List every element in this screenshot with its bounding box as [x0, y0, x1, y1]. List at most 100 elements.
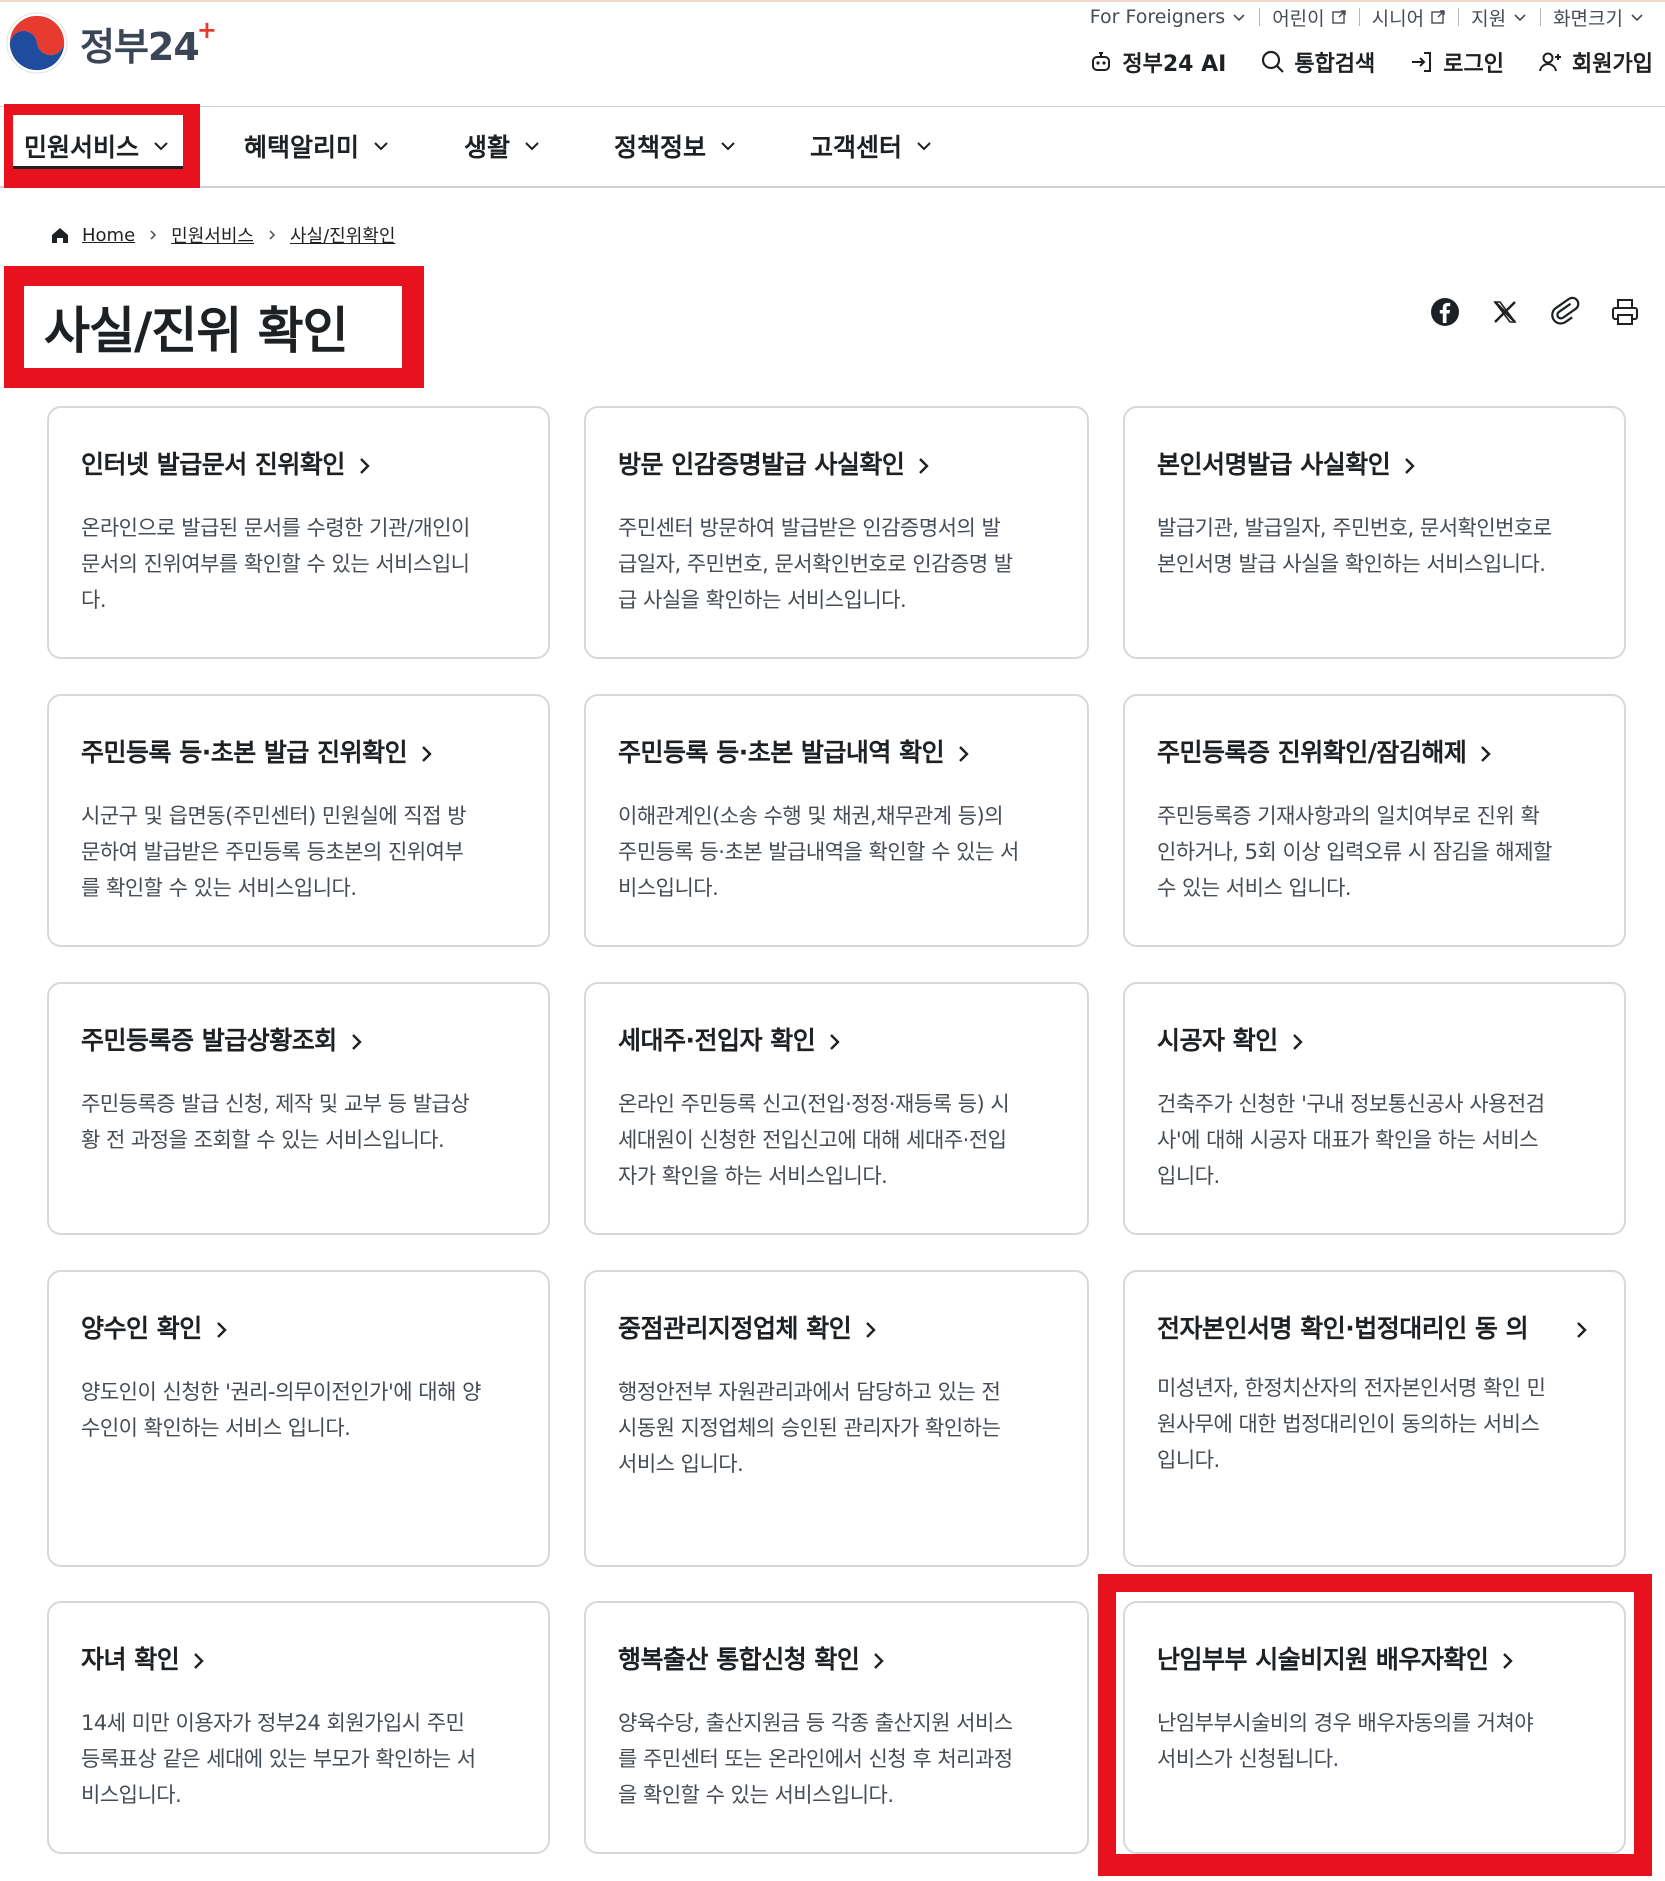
breadcrumb-civil-service[interactable]: 민원서비스 — [171, 222, 254, 248]
robot-icon — [1092, 52, 1111, 71]
gnb-civil-service[interactable]: 민원서비스 — [24, 106, 171, 186]
chevron-right-icon — [1577, 1322, 1587, 1338]
header-actions: 정부24 AI 통합검색 로그인 회원가입 — [1088, 46, 1653, 78]
chevron-right-icon — [360, 458, 370, 474]
chevron-right-icon — [959, 746, 969, 762]
chevron-down-icon — [1514, 14, 1526, 22]
link-icon[interactable] — [1549, 296, 1581, 328]
card-contractor-confirm[interactable]: 시공자 확인 건축주가 신청한 '구내 정보통신공사 사용전검 사'에 대해 시공… — [1123, 982, 1626, 1235]
chevron-right-icon — [866, 1322, 876, 1338]
card-description: 시군구 및 읍면동(주민센터) 민원실에 직접 방 문하여 발급받은 주민등록 등… — [81, 804, 467, 900]
external-link-icon — [1331, 10, 1346, 24]
chevron-down-icon — [1233, 14, 1245, 22]
title-wrapper: 사실/진위 확인 — [24, 286, 402, 368]
card-description: 행정안전부 자원관리과에서 담당하고 있는 전 시동원 지정업체의 승인된 관리자… — [618, 1380, 1001, 1476]
card-title: 시공자 확인 — [1157, 1026, 1278, 1055]
chevron-right-icon — [1481, 746, 1492, 762]
card-title: 주민등록 등·초본 발급내역 확인 — [618, 738, 945, 767]
logo-text: 정부24+ — [80, 15, 217, 69]
utility-menu: For Foreigners 어린이 시니어 지원 화면크기 — [1078, 4, 1657, 30]
gnb-customer-center[interactable]: 고객센터 — [810, 106, 934, 186]
chevron-right-icon — [351, 1034, 362, 1050]
breadcrumb: Home 민원서비스 사실/진위확인 — [50, 222, 395, 248]
card-description: 주민센터 방문하여 발급받은 인감증명서의 발 급일자, 주민번호, 문서확인번호… — [618, 516, 1013, 612]
card-resident-copy-history[interactable]: 주민등록 등·초본 발급내역 확인 이해관계인(소송 수행 및 채권,채무관계 … — [584, 694, 1089, 947]
page-title: 사실/진위 확인 — [44, 302, 349, 360]
top-accent-line — [0, 0, 1665, 2]
chevron-right-icon — [1292, 1034, 1303, 1050]
card-child-confirm[interactable]: 자녀 확인 14세 미만 이용자가 정부24 회원가입시 주민 등록표상 같은 세… — [47, 1601, 550, 1854]
breadcrumb-home[interactable]: Home — [82, 225, 135, 246]
util-for-foreigners[interactable]: For Foreigners — [1078, 4, 1259, 30]
card-title: 방문 인감증명발급 사실확인 — [618, 450, 905, 479]
gnb-benefit-alarm[interactable]: 혜택알리미 — [244, 106, 391, 186]
card-description: 14세 미만 이용자가 정부24 회원가입시 주민 등록표상 같은 세대에 있는 … — [81, 1711, 476, 1807]
card-title: 주민등록증 발급상황조회 — [81, 1026, 337, 1055]
card-title: 주민등록증 진위확인/잠김해제 — [1157, 738, 1467, 767]
chevron-down-icon — [721, 142, 735, 151]
card-title: 행복출산 통합신청 확인 — [618, 1645, 860, 1674]
chevron-down-icon — [154, 142, 168, 151]
card-description: 양도인이 신청한 '권리-의무이전인가'에 대해 양 수인이 확인하는 서비스 입… — [81, 1380, 481, 1440]
card-description: 주민등록증 발급 신청, 제작 및 교부 등 발급상 황 전 과정을 조회할 수 … — [81, 1092, 470, 1152]
gov24-ai-button[interactable]: 정부24 AI — [1088, 46, 1226, 78]
chevron-down-icon — [1631, 14, 1643, 22]
external-link-icon — [1431, 10, 1445, 24]
card-infertility-spouse-confirm[interactable]: 난임부부 시술비지원 배우자확인 난임부부시술비의 경우 배우자동의를 거쳐야 서… — [1123, 1601, 1626, 1854]
chevron-right-icon — [830, 1034, 840, 1050]
card-internet-document-verify[interactable]: 인터넷 발급문서 진위확인 온라인으로 발급된 문서를 수령한 기관/개인이 문서… — [47, 406, 550, 659]
card-designated-company-confirm[interactable]: 중점관리지정업체 확인 행정안전부 자원관리과에서 담당하고 있는 전 시동원 지… — [584, 1270, 1089, 1567]
card-title: 주민등록 등·초본 발급 진위확인 — [81, 738, 408, 767]
card-title: 본인서명발급 사실확인 — [1157, 450, 1391, 479]
login-button[interactable]: 로그인 — [1409, 46, 1504, 78]
card-title: 전자본인서명 확인·법정대리인 동 의 — [1157, 1314, 1529, 1343]
user-plus-icon — [1539, 52, 1562, 72]
home-icon — [52, 228, 68, 243]
chevron-right-icon — [874, 1653, 885, 1669]
card-description: 이해관계인(소송 수행 및 채권,채무관계 등)의 주민등록 등·초본 발급내역을… — [618, 804, 1019, 900]
card-title: 양수인 확인 — [81, 1314, 202, 1343]
chevron-down-icon — [374, 142, 388, 151]
card-description: 건축주가 신청한 '구내 정보통신공사 사용전검 사'에 대해 시공자 대표가 확… — [1157, 1092, 1545, 1188]
card-description: 난임부부시술비의 경우 배우자동의를 거쳐야 서비스가 신청됩니다. — [1157, 1711, 1534, 1771]
integrated-search-button[interactable]: 통합검색 — [1260, 46, 1375, 78]
card-description: 발급기관, 발급일자, 주민번호, 문서확인번호로 본인서명 발급 사실을 확인하… — [1157, 516, 1552, 576]
util-support[interactable]: 지원 — [1459, 4, 1540, 30]
facebook-icon[interactable] — [1429, 296, 1461, 328]
breadcrumb-current[interactable]: 사실/진위확인 — [290, 222, 395, 248]
card-householder-mover-confirm[interactable]: 세대주·전입자 확인 온라인 주민등록 신고(전입·정정·재등록 등) 시 세대원… — [584, 982, 1089, 1235]
login-icon — [1412, 52, 1432, 72]
chevron-right-icon — [919, 458, 930, 474]
card-title: 난임부부 시술비지원 배우자확인 — [1157, 1645, 1489, 1674]
card-resident-copy-verify[interactable]: 주민등록 등·초본 발급 진위확인 시군구 및 읍면동(주민센터) 민원실에 직… — [47, 694, 550, 947]
chevron-right-icon — [1405, 458, 1415, 474]
card-transferee-confirm[interactable]: 양수인 확인 양도인이 신청한 '권리-의무이전인가'에 대해 양 수인이 확인하… — [47, 1270, 550, 1567]
chevron-right-icon — [1503, 1653, 1514, 1669]
share-toolbar — [1429, 296, 1641, 328]
util-kids[interactable]: 어린이 — [1260, 4, 1358, 30]
gnb-policy-info[interactable]: 정책정보 — [614, 106, 738, 186]
gnb-life[interactable]: 생활 — [464, 106, 542, 186]
card-title: 중점관리지정업체 확인 — [618, 1314, 852, 1343]
gov24-logo[interactable]: 정부24+ — [4, 10, 217, 76]
card-title: 세대주·전입자 확인 — [618, 1026, 816, 1055]
chevron-down-icon — [525, 142, 539, 151]
util-senior[interactable]: 시니어 — [1360, 4, 1458, 30]
card-description: 주민등록증 기재사항과의 일치여부로 진위 확 인하거나, 5회 이상 입력오류 … — [1157, 804, 1552, 900]
x-icon[interactable] — [1489, 296, 1521, 328]
chevron-right-icon — [269, 230, 276, 240]
card-id-card-verify-unlock[interactable]: 주민등록증 진위확인/잠김해제 주민등록증 기재사항과의 일치여부로 진위 확인… — [1123, 694, 1626, 947]
card-e-signature-guardian-consent[interactable]: 전자본인서명 확인·법정대리인 동 의 미성년자, 한정치산자의 전자본인서명 … — [1123, 1270, 1626, 1567]
card-title: 자녀 확인 — [81, 1645, 180, 1674]
card-birth-integrated-confirm[interactable]: 행복출산 통합신청 확인 양육수당, 출산지원금 등 각종 출산지원 서비스 를 … — [584, 1601, 1089, 1854]
chevron-right-icon — [194, 1653, 204, 1669]
util-screen-size[interactable]: 화면크기 — [1541, 4, 1657, 30]
search-icon — [1262, 50, 1285, 73]
chevron-right-icon — [422, 746, 432, 762]
card-id-card-issue-status[interactable]: 주민등록증 발급상황조회 주민등록증 발급 신청, 제작 및 교부 등 발급상 황… — [47, 982, 550, 1235]
taegeuk-logo-icon — [6, 12, 68, 74]
signup-button[interactable]: 회원가입 — [1538, 46, 1653, 78]
card-signature-verify[interactable]: 본인서명발급 사실확인 발급기관, 발급일자, 주민번호, 문서확인번호로 본인서… — [1123, 406, 1626, 659]
print-icon[interactable] — [1609, 296, 1641, 328]
card-seal-certificate-verify[interactable]: 방문 인감증명발급 사실확인 주민센터 방문하여 발급받은 인감증명서의 발 급일… — [584, 406, 1089, 659]
